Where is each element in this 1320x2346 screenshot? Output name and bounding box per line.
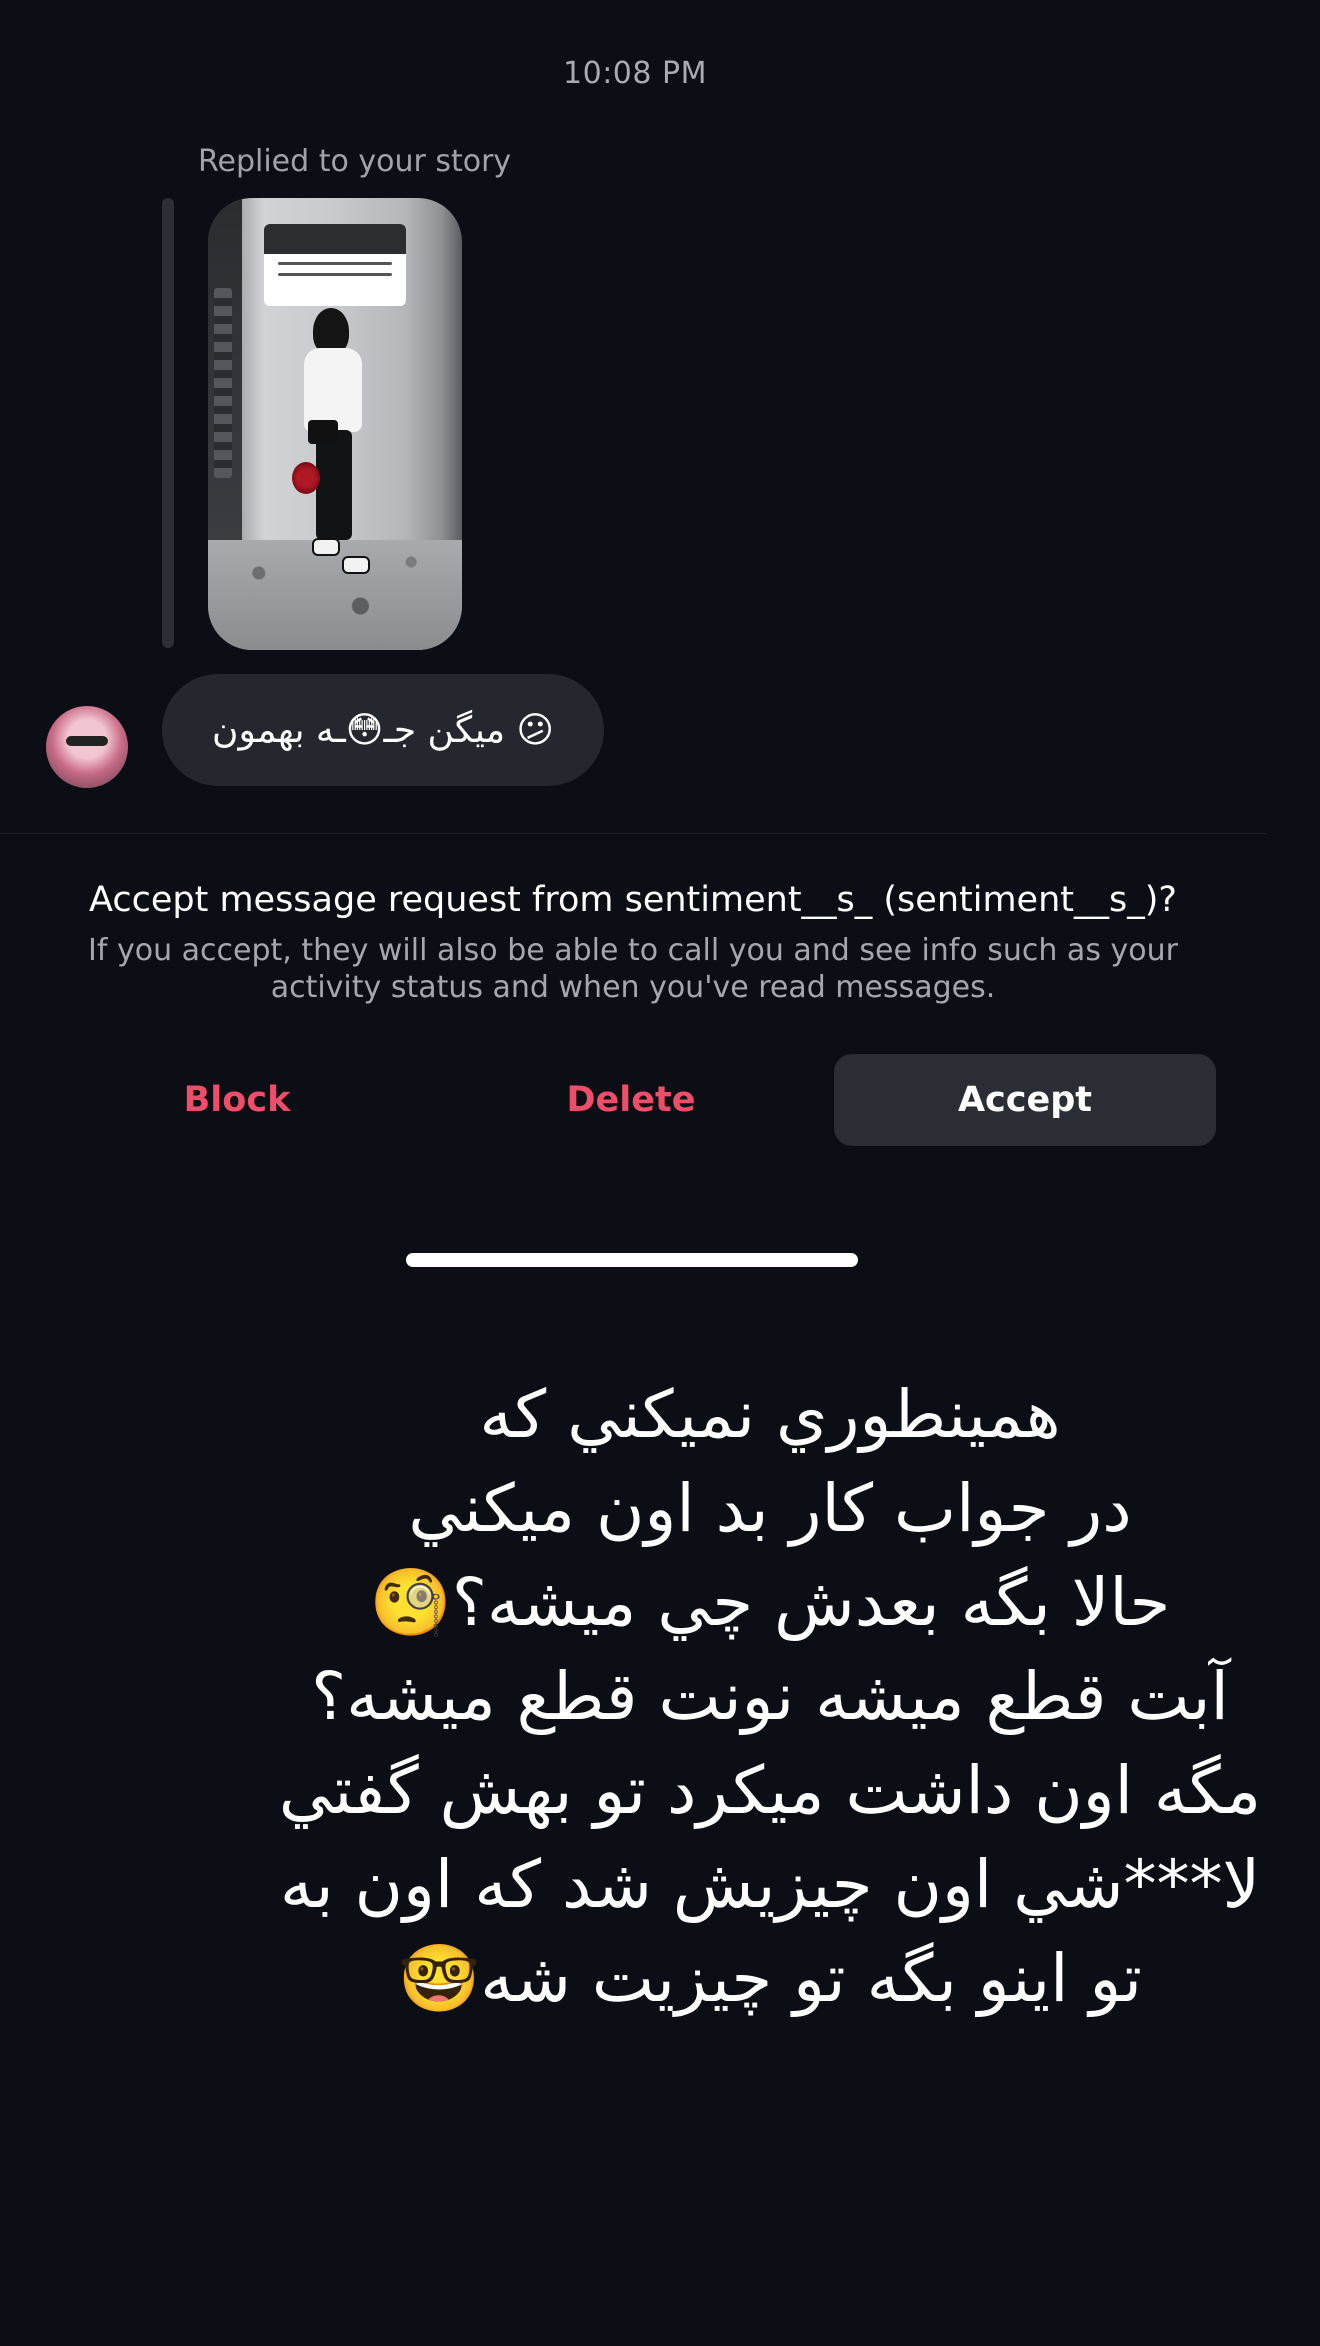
overlay-line: مگه اون داشت ميكرد تو بهش گفتي — [278, 1752, 1262, 1829]
elevator-floor — [208, 540, 462, 650]
message-bubble[interactable]: 😕 میگن جـ😳ـه بهمون — [162, 674, 604, 786]
overlay-line: حالا بگه بعدش چي ميشه؟🧐 — [369, 1564, 1171, 1641]
sender-avatar[interactable] — [46, 706, 128, 788]
overlay-text-block: همينطوري نميكني كه در جواب كار بد اون مي… — [240, 1368, 1300, 2026]
story-question-sticker — [264, 224, 406, 306]
overlay-line: آبت قطع ميشه نونت قطع ميشه؟ — [311, 1658, 1229, 1735]
elevator-panel — [214, 288, 232, 478]
person-figure-legs — [316, 430, 352, 540]
overlay-line: همينطوري نميكني كه — [479, 1376, 1061, 1453]
divider — [0, 833, 1266, 834]
overlay-line: لا***شي اون چيزيش شد كه اون به — [279, 1846, 1261, 1923]
message-timestamp: 10:08 PM — [563, 56, 707, 91]
story-thumbnail[interactable] — [208, 198, 462, 650]
shoe-left — [312, 538, 340, 556]
delete-button[interactable]: Delete — [454, 1054, 808, 1146]
avatar-sunglasses — [66, 736, 108, 746]
overlay-line: در جواب كار بد اون ميكني — [408, 1470, 1132, 1547]
request-description: If you accept, they will also be able to… — [88, 933, 1178, 1005]
message-text: 😕 میگن جـ😳ـه بهمون — [212, 709, 554, 751]
request-title: Accept message request from sentiment__s… — [89, 880, 1177, 920]
reply-quote-bar — [162, 198, 174, 648]
block-button[interactable]: Block — [60, 1054, 414, 1146]
shoe-right — [342, 556, 370, 574]
flower-bouquet — [292, 462, 320, 494]
replied-to-story-label: Replied to your story — [198, 144, 512, 179]
home-indicator — [406, 1253, 858, 1267]
overlay-line: تو اينو بگه تو چيزيت شه🤓 — [398, 1940, 1142, 2017]
person-bag — [308, 420, 338, 444]
accept-button[interactable]: Accept — [834, 1054, 1216, 1146]
